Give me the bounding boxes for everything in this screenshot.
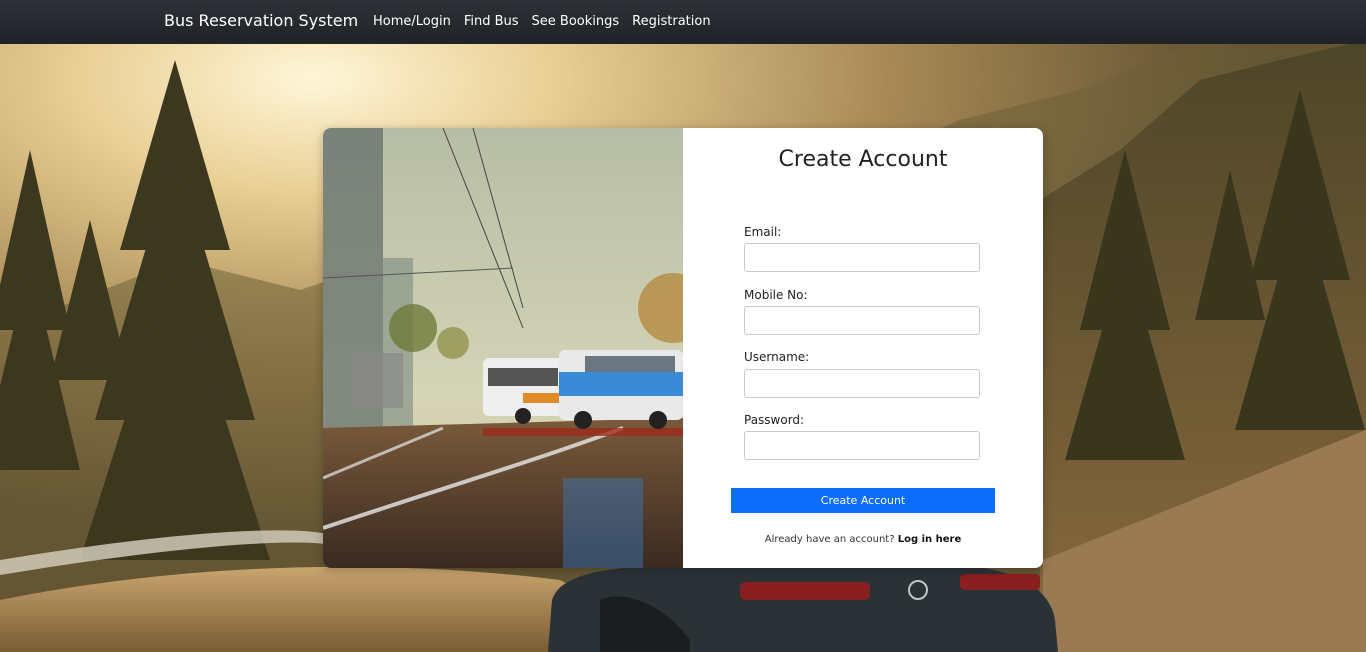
username-label: Username:	[744, 350, 810, 364]
registration-form: Create Account Email: Mobile No: Usernam…	[683, 128, 1043, 568]
email-label: Email:	[744, 225, 782, 239]
password-label: Password:	[744, 413, 805, 427]
nav-link-home-login[interactable]: Home/Login	[373, 14, 451, 29]
form-title: Create Account	[778, 147, 948, 172]
mobile-field[interactable]	[744, 306, 980, 335]
username-field[interactable]	[744, 369, 980, 398]
email-field[interactable]	[744, 243, 980, 272]
bus-image	[323, 128, 708, 568]
brand-title[interactable]: Bus Reservation System	[164, 11, 358, 30]
page: Bus Reservation System Home/Login Find B…	[0, 0, 1366, 652]
login-prompt-text: Already have an account?	[764, 534, 895, 545]
login-link[interactable]: Log in here	[898, 534, 962, 545]
nav-link-registration[interactable]: Registration	[632, 14, 710, 29]
mobile-label: Mobile No:	[744, 288, 808, 302]
nav-link-see-bookings[interactable]: See Bookings	[532, 14, 620, 29]
nav-link-find-bus[interactable]: Find Bus	[464, 14, 519, 29]
registration-card: Create Account Email: Mobile No: Usernam…	[323, 128, 1043, 568]
navbar: Bus Reservation System Home/Login Find B…	[0, 0, 1366, 44]
bus-illustration	[323, 128, 708, 568]
password-field[interactable]	[744, 431, 980, 460]
create-account-button[interactable]: Create Account	[731, 488, 995, 513]
nav-links: Home/Login Find Bus See Bookings Registr…	[373, 14, 711, 29]
login-prompt-line: Already have an account? Log in here	[683, 534, 1043, 545]
